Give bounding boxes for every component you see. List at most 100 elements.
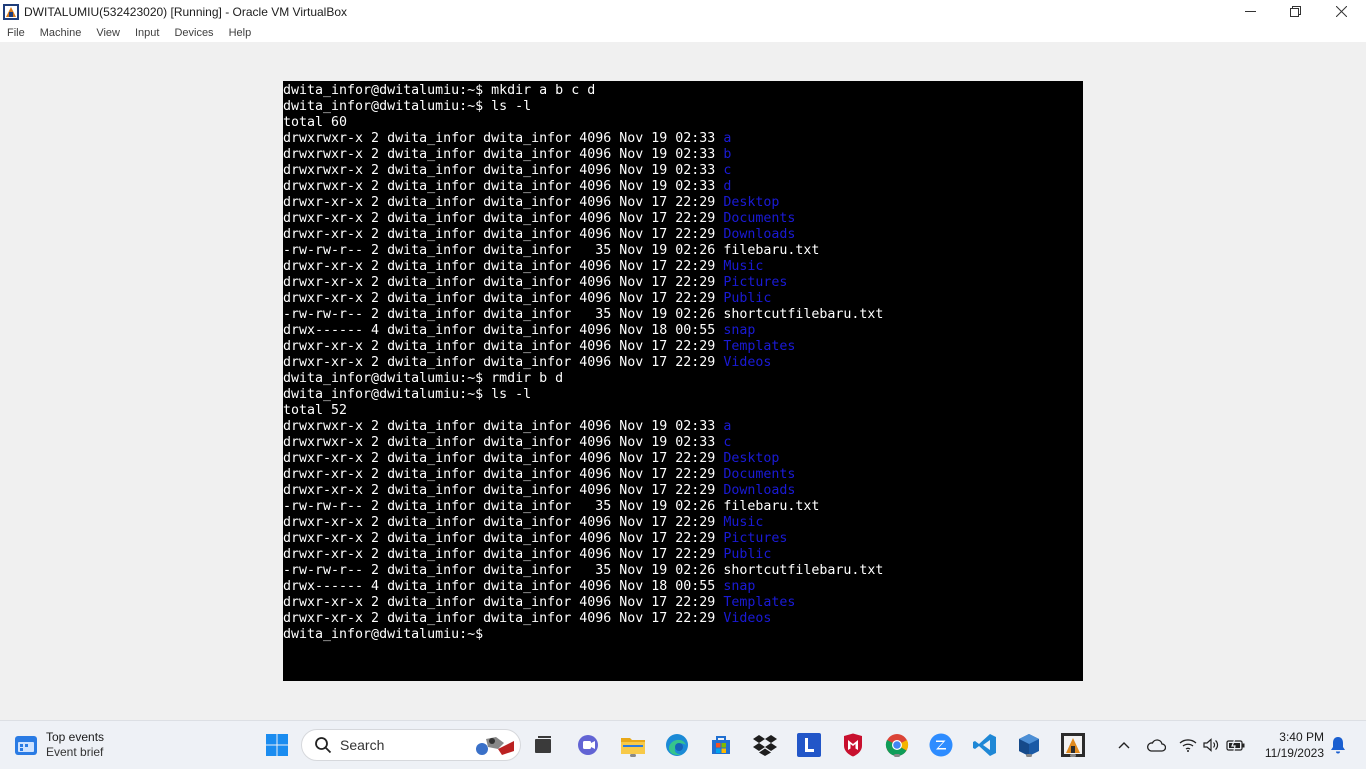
menu-view[interactable]: View: [89, 27, 128, 39]
taskbar-virtualbox-vm[interactable]: [1058, 730, 1088, 760]
terminal-line-text: -rw-rw-r-- 2 dwita_infor dwita_infor 35 …: [283, 243, 724, 258]
widgets-button[interactable]: Top events Event brief: [14, 729, 104, 761]
taskbar-vscode[interactable]: [970, 730, 1000, 760]
file-name: shortcutfilebaru.txt: [723, 563, 884, 578]
directory-name: c: [723, 435, 732, 450]
microsoft-store-icon: [712, 736, 730, 754]
terminal-line: drwxr-xr-x 2 dwita_infor dwita_infor 409…: [283, 547, 883, 563]
minimize-icon: [1244, 11, 1256, 12]
terminal-line: -rw-rw-r-- 2 dwita_infor dwita_infor 35 …: [283, 499, 883, 515]
terminal-line-text: total 52: [283, 403, 348, 418]
terminal-line: drwxr-xr-x 2 dwita_infor dwita_infor 409…: [283, 611, 883, 627]
vm-terminal-screen[interactable]: dwita_infor@dwitalumiu:~$ mkdir a b c dd…: [283, 81, 1083, 681]
terminal-line: drwxrwxr-x 2 dwita_infor dwita_infor 409…: [283, 419, 883, 435]
directory-name: a: [723, 419, 732, 434]
directory-name: Music: [723, 515, 764, 530]
terminal-line: drwxr-xr-x 2 dwita_infor dwita_infor 409…: [283, 291, 883, 307]
directory-name: Public: [723, 291, 772, 306]
clock-time: 3:40 PM: [1279, 730, 1324, 744]
terminal-line: dwita_infor@dwitalumiu:~$ ls -l: [283, 387, 883, 403]
directory-name: d: [723, 179, 732, 194]
taskbar-mcafee[interactable]: [838, 730, 868, 760]
restore-button[interactable]: [1272, 0, 1318, 23]
close-button[interactable]: [1318, 0, 1364, 23]
taskbar-virtualbox[interactable]: [1014, 730, 1044, 760]
terminal-line-text: dwita_infor@dwitalumiu:~$: [283, 627, 492, 642]
terminal-line-text: dwita_infor@dwitalumiu:~$ ls -l: [283, 99, 532, 114]
running-indicator: [894, 754, 900, 757]
directory-name: Pictures: [723, 275, 788, 290]
minimize-button[interactable]: [1227, 0, 1273, 23]
dropbox-icon: [753, 735, 777, 756]
terminal-line: -rw-rw-r-- 2 dwita_infor dwita_infor 35 …: [283, 307, 883, 323]
terminal-line: drwxrwxr-x 2 dwita_infor dwita_infor 409…: [283, 179, 883, 195]
terminal-line: drwxr-xr-x 2 dwita_infor dwita_infor 409…: [283, 515, 883, 531]
taskbar-microsoft-store[interactable]: [706, 730, 736, 760]
directory-name: Desktop: [723, 451, 780, 466]
bell-icon: [1331, 737, 1345, 754]
taskbar-file-explorer[interactable]: [618, 730, 648, 760]
edge-icon: [666, 734, 688, 756]
terminal-line-text: drwx------ 4 dwita_infor dwita_infor 409…: [283, 579, 724, 594]
start-button[interactable]: [262, 730, 292, 760]
taskbar-dropbox[interactable]: [750, 730, 780, 760]
search-label: Search: [340, 737, 385, 753]
onedrive-tray[interactable]: [1141, 730, 1171, 760]
terminal-line-text: drwxr-xr-x 2 dwita_infor dwita_infor 409…: [283, 291, 724, 306]
terminal-line-text: drwxr-xr-x 2 dwita_infor dwita_infor 409…: [283, 595, 724, 610]
taskbar-lenovo[interactable]: [794, 730, 824, 760]
virtualbox-app-icon: [3, 3, 19, 20]
menu-file[interactable]: File: [0, 27, 33, 39]
taskbar-teams-chat[interactable]: [573, 730, 603, 760]
terminal-line-text: -rw-rw-r-- 2 dwita_infor dwita_infor 35 …: [283, 499, 724, 514]
terminal-line-text: drwxr-xr-x 2 dwita_infor dwita_infor 409…: [283, 259, 724, 274]
terminal-line-text: drwxr-xr-x 2 dwita_infor dwita_infor 409…: [283, 195, 724, 210]
search-icon: [315, 737, 332, 754]
taskbar: Top events Event brief Search 3:40 PM 11…: [0, 720, 1366, 769]
terminal-line: drwxr-xr-x 2 dwita_infor dwita_infor 409…: [283, 355, 883, 371]
terminal-line: drwxr-xr-x 2 dwita_infor dwita_infor 409…: [283, 483, 883, 499]
terminal-line-text: total 60: [283, 115, 348, 130]
terminal-line: drwxr-xr-x 2 dwita_infor dwita_infor 409…: [283, 531, 883, 547]
file-name: filebaru.txt: [723, 243, 820, 258]
terminal-line-text: drwxr-xr-x 2 dwita_infor dwita_infor 409…: [283, 483, 724, 498]
taskbar-search-box[interactable]: Search: [301, 729, 521, 761]
taskbar-edge[interactable]: [662, 730, 692, 760]
directory-name: Templates: [723, 339, 796, 354]
teams-chat-icon: [578, 735, 598, 755]
terminal-line: dwita_infor@dwitalumiu:~$: [283, 627, 883, 643]
menu-machine[interactable]: Machine: [33, 27, 90, 39]
widget-subtitle: Event brief: [46, 745, 104, 759]
taskbar-task-view[interactable]: [528, 730, 558, 760]
show-hidden-icons-button[interactable]: [1109, 730, 1139, 760]
terminal-line: drwxr-xr-x 2 dwita_infor dwita_infor 409…: [283, 259, 883, 275]
notifications-button[interactable]: [1323, 730, 1353, 760]
terminal-line-text: drwxr-xr-x 2 dwita_infor dwita_infor 409…: [283, 339, 724, 354]
menu-devices[interactable]: Devices: [167, 27, 221, 39]
terminal-line-text: drwxr-xr-x 2 dwita_infor dwita_infor 409…: [283, 531, 724, 546]
directory-name: a: [723, 131, 732, 146]
terminal-line-text: drwxr-xr-x 2 dwita_infor dwita_infor 409…: [283, 451, 724, 466]
task-view-icon: [535, 736, 551, 753]
terminal-line-text: drwxrwxr-x 2 dwita_infor dwita_infor 409…: [283, 435, 724, 450]
close-icon: [1335, 6, 1347, 17]
terminal-line: drwxrwxr-x 2 dwita_infor dwita_infor 409…: [283, 163, 883, 179]
terminal-line: drwxr-xr-x 2 dwita_infor dwita_infor 409…: [283, 195, 883, 211]
terminal-line-text: drwxrwxr-x 2 dwita_infor dwita_infor 409…: [283, 147, 724, 162]
menu-input[interactable]: Input: [128, 27, 167, 39]
terminal-line-text: drwxrwxr-x 2 dwita_infor dwita_infor 409…: [283, 131, 724, 146]
file-name: shortcutfilebaru.txt: [723, 307, 884, 322]
battery-tray[interactable]: [1221, 730, 1251, 760]
search-highlight-icon: [476, 737, 514, 755]
taskbar-clock[interactable]: 3:40 PM 11/19/2023: [1265, 729, 1324, 761]
terminal-line: drwx------ 4 dwita_infor dwita_infor 409…: [283, 579, 883, 595]
terminal-line-text: drwx------ 4 dwita_infor dwita_infor 409…: [283, 323, 724, 338]
directory-name: snap: [723, 579, 756, 594]
calendar-widget-icon: [15, 736, 37, 755]
taskbar-zoom[interactable]: [926, 730, 956, 760]
terminal-line-text: -rw-rw-r-- 2 dwita_infor dwita_infor 35 …: [283, 307, 724, 322]
chevron-up-icon: [1118, 742, 1130, 749]
directory-name: Downloads: [723, 227, 796, 242]
menu-help[interactable]: Help: [222, 27, 260, 39]
taskbar-chrome[interactable]: [882, 730, 912, 760]
